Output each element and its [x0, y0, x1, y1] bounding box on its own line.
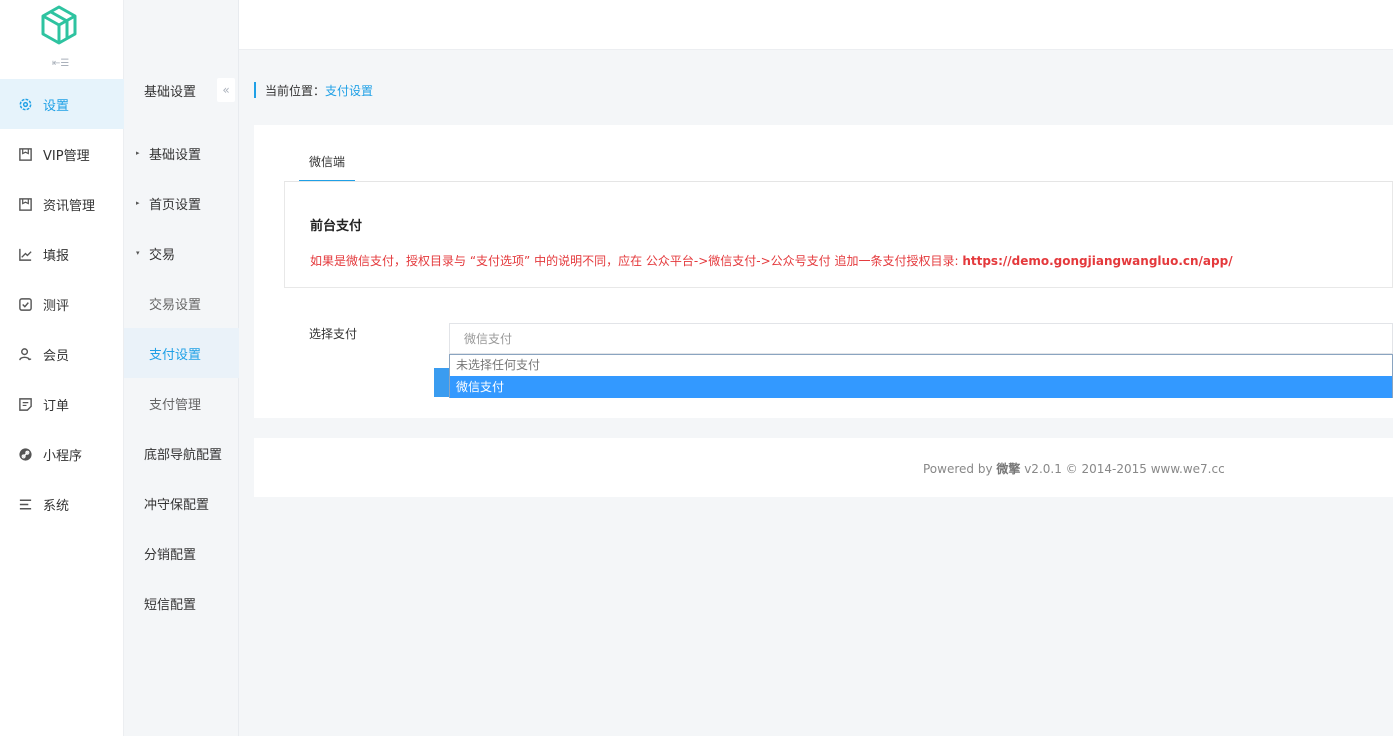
footer-prefix: Powered by: [923, 462, 997, 476]
sub-item-label: 交易: [149, 247, 176, 263]
top-bar: [124, 0, 1393, 50]
dropdown-option-none[interactable]: 未选择任何支付: [450, 355, 1392, 376]
breadcrumb-current[interactable]: 支付设置: [325, 82, 373, 99]
tag-icon: [17, 196, 33, 212]
nav-item-vip[interactable]: VIP管理: [0, 129, 124, 179]
sub-item-guarantee[interactable]: 冲守保配置: [124, 478, 239, 528]
footer-text: Powered by 微擎 v2.0.1 © 2014-2015 www.we7…: [923, 460, 1225, 477]
nav-item-system[interactable]: 系统: [0, 479, 124, 529]
caret-right-icon: ▸: [136, 149, 140, 157]
check-square-icon: [17, 296, 33, 312]
link-circle-icon: [17, 446, 33, 462]
breadcrumb-prefix: 当前位置：: [265, 83, 326, 98]
chart-line-icon: [17, 246, 33, 262]
sub-item-distribution[interactable]: 分销配置: [124, 528, 239, 578]
sub-sidebar-title: 基础设置: [144, 84, 197, 100]
caret-down-icon: ▾: [136, 249, 140, 257]
payment-select[interactable]: 微信支付: [449, 323, 1393, 354]
payment-select-value: 微信支付: [464, 332, 513, 346]
sub-item-sms[interactable]: 短信配置: [124, 578, 239, 628]
sub-sidebar: 基础设置 « ▸ 基础设置 ▸ 首页设置 ▾ 交易 交易设置 支付设置 支付管理…: [124, 0, 239, 736]
notice-message: 如果是微信支付，授权目录与 “支付选项” 中的说明不同，应在 公众平台->微信支…: [310, 254, 963, 268]
nav-label: VIP管理: [43, 148, 90, 164]
notice-text: 如果是微信支付，授权目录与 “支付选项” 中的说明不同，应在 公众平台->微信支…: [310, 252, 1233, 269]
sub-item-label: 基础设置: [149, 147, 202, 163]
notice-url: https://demo.gongjiangwangluo.cn/app/: [962, 254, 1233, 268]
sub-sidebar-header: 基础设置 «: [124, 78, 239, 102]
sub-item-home-settings[interactable]: ▸ 首页设置: [124, 178, 239, 228]
dropdown-option-wechat[interactable]: 微信支付: [450, 376, 1392, 398]
nav-label: 资讯管理: [43, 198, 96, 214]
sub-item-trade[interactable]: ▾ 交易: [124, 228, 239, 278]
tab-wechat[interactable]: 微信端: [299, 153, 355, 182]
gear-icon: [17, 96, 33, 112]
footer-brand[interactable]: 微擎: [996, 462, 1020, 476]
sidebar-toggle-icon[interactable]: ⇤☰: [52, 58, 69, 70]
sub-item-basic-settings[interactable]: ▸ 基础设置: [124, 128, 239, 178]
sub-item-payment-management[interactable]: 支付管理: [124, 378, 239, 428]
sub-item-bottom-nav[interactable]: 底部导航配置: [124, 428, 239, 478]
nav-label: 填报: [43, 248, 70, 264]
tag-icon: [17, 146, 33, 162]
nav-item-miniprogram[interactable]: 小程序: [0, 429, 124, 479]
nav-item-news[interactable]: 资讯管理: [0, 179, 124, 229]
nav-item-report[interactable]: 填报: [0, 229, 124, 279]
nav-item-orders[interactable]: 订单: [0, 379, 124, 429]
user-icon: [17, 346, 33, 362]
sub-item-trade-settings[interactable]: 交易设置: [124, 278, 239, 328]
nav-label: 系统: [43, 498, 70, 514]
payment-select-label: 选择支付: [309, 327, 358, 341]
list-icon: [17, 496, 33, 512]
nav-label: 订单: [43, 398, 70, 414]
notice-title: 前台支付: [310, 219, 363, 234]
collapse-sidebar-icon[interactable]: «: [217, 78, 235, 102]
sub-item-payment-settings[interactable]: 支付设置: [124, 328, 239, 378]
footer: Powered by 微擎 v2.0.1 © 2014-2015 www.we7…: [254, 438, 1393, 497]
notice-box: 前台支付 如果是微信支付，授权目录与 “支付选项” 中的说明不同，应在 公众平台…: [284, 182, 1393, 288]
caret-right-icon: ▸: [136, 199, 140, 207]
nav-item-members[interactable]: 会员: [0, 329, 124, 379]
submit-button[interactable]: [434, 368, 450, 397]
main-sidebar: ⇤☰ 设置 VIP管理 资讯管理 填报 测评 会员 订单 小程序 系统: [0, 0, 124, 736]
payment-dropdown: 未选择任何支付 微信支付: [449, 354, 1393, 398]
nav-label: 设置: [43, 98, 70, 114]
nav-item-settings[interactable]: 设置: [0, 79, 124, 129]
footer-suffix: v2.0.1 © 2014-2015 www.we7.cc: [1020, 462, 1225, 476]
payment-settings-panel: 微信端 前台支付 如果是微信支付，授权目录与 “支付选项” 中的说明不同，应在 …: [254, 125, 1393, 418]
nav-label: 小程序: [43, 448, 83, 464]
nav-label: 会员: [43, 348, 70, 364]
document-icon: [17, 396, 33, 412]
breadcrumb: 当前位置： 支付设置: [254, 82, 373, 98]
nav-label: 测评: [43, 298, 70, 314]
logo-icon[interactable]: [38, 4, 80, 46]
sub-item-label: 首页设置: [149, 197, 202, 213]
nav-item-evaluation[interactable]: 测评: [0, 279, 124, 329]
